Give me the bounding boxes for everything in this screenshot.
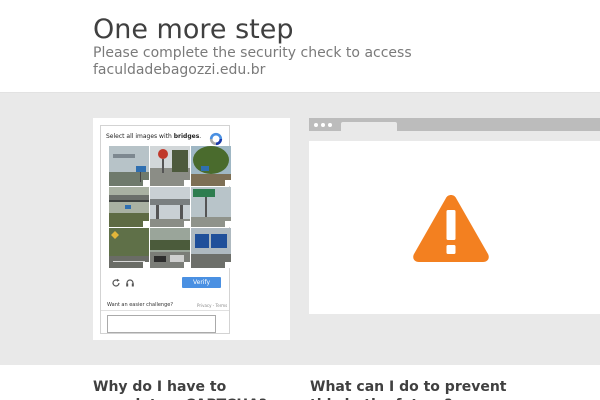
headphones-icon[interactable] <box>125 278 135 288</box>
reload-icon[interactable] <box>111 278 121 288</box>
captcha-answer-input[interactable] <box>107 315 216 333</box>
easier-challenge-link[interactable]: Want an easier challenge? <box>107 302 173 308</box>
image-tile[interactable] <box>109 228 149 268</box>
browser-toolbar <box>309 118 600 131</box>
recaptcha-widget: Select all images with bridges. Verify W… <box>100 125 231 334</box>
page-subtitle: Please complete the security check to ac… <box>93 45 412 78</box>
image-tile[interactable] <box>109 187 149 227</box>
captcha-panel: Select all images with bridges. Verify W… <box>93 118 290 340</box>
image-tile[interactable] <box>150 146 190 186</box>
recaptcha-controls: Verify <box>101 272 229 294</box>
page-header: One more step Please complete the securi… <box>0 0 600 92</box>
image-grid <box>109 146 231 268</box>
recaptcha-divider <box>101 310 229 311</box>
image-tile[interactable] <box>191 187 231 227</box>
window-dot <box>321 123 325 127</box>
image-tile[interactable] <box>109 146 149 186</box>
privacy-terms-link[interactable]: Privacy - Terms <box>197 303 227 308</box>
instruction-keyword: bridges <box>173 133 200 140</box>
image-tile[interactable] <box>191 146 231 186</box>
image-tile[interactable] <box>191 228 231 268</box>
browser-window <box>309 141 600 314</box>
warning-icon <box>413 195 489 262</box>
window-dot <box>328 123 332 127</box>
faq-prevent-heading: What can I do to prevent this in the fut… <box>310 379 507 400</box>
faq-why-heading: Why do I have to complete a CAPTCHA? <box>93 379 267 400</box>
recaptcha-instruction: Select all images with bridges. <box>106 133 216 141</box>
verify-button[interactable]: Verify <box>182 277 221 288</box>
page-title: One more step <box>93 14 294 45</box>
browser-illustration <box>309 118 600 314</box>
window-dot <box>314 123 318 127</box>
image-tile[interactable] <box>150 187 190 227</box>
browser-tab <box>341 122 397 131</box>
recaptcha-logo-icon <box>209 132 223 146</box>
instruction-suffix: . <box>199 133 202 140</box>
instruction-prefix: Select all images with <box>106 133 172 140</box>
image-tile[interactable] <box>150 228 190 268</box>
faq-section: Why do I have to complete a CAPTCHA? Wha… <box>0 365 600 400</box>
